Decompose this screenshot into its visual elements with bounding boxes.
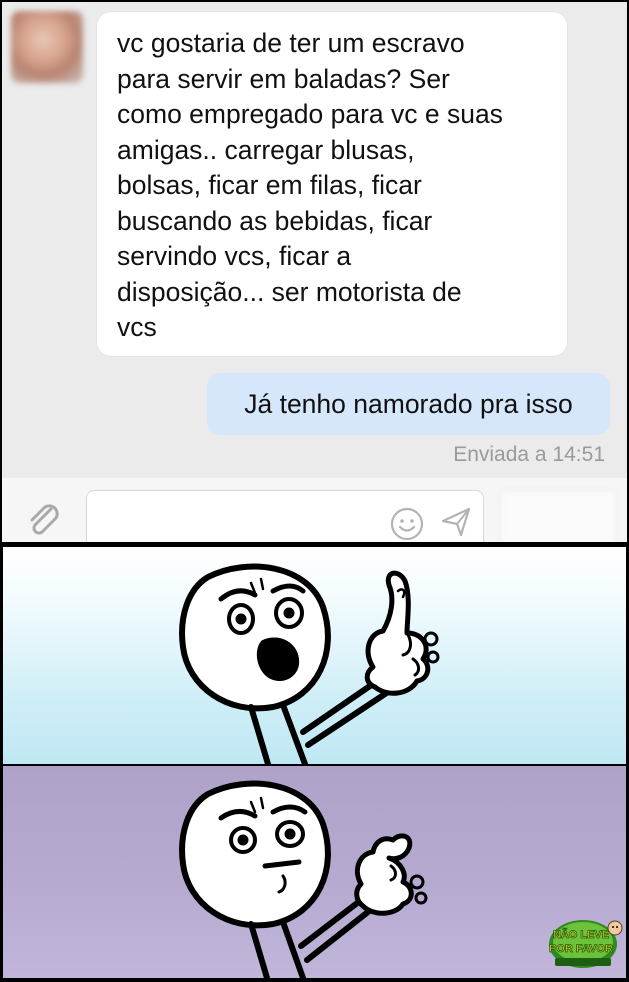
incoming-message-bubble[interactable]: vc gostaria de ter um escravo para servi… — [97, 12, 567, 356]
comic-panel-thinking — [3, 766, 626, 978]
blurred-button[interactable] — [500, 490, 616, 542]
incoming-line: como empregado para vc e suas — [117, 99, 503, 129]
stick-figure-lowering-finger — [179, 780, 428, 978]
chat-screenshot: vc gostaria de ter um escravo para servi… — [2, 2, 627, 542]
incoming-line: servindo vcs, ficar a — [117, 241, 352, 271]
contact-avatar[interactable] — [11, 11, 83, 83]
incoming-line: buscando as bebidas, ficar — [117, 205, 433, 236]
paperclip-icon[interactable] — [24, 501, 64, 541]
stick-figure-raising-finger — [179, 563, 440, 764]
incoming-line: bolsas, ficar em filas, ficar — [117, 170, 422, 200]
incoming-message-text: vc gostaria de ter um escravo para servi… — [117, 26, 555, 346]
outgoing-message-bubble[interactable]: Já tenho namorado pra isso — [207, 373, 610, 435]
meme-frame: vc gostaria de ter um escravo para servi… — [0, 0, 629, 982]
incoming-line: vcs — [117, 312, 157, 342]
send-arrow-icon[interactable] — [439, 505, 473, 539]
incoming-line: amigas.. carregar blusas, — [117, 134, 415, 165]
incoming-line: disposição... ser motorista de — [117, 276, 462, 307]
outgoing-message-text: Já tenho namorado pra isso — [244, 389, 573, 419]
svg-text:NÃO LEVE: NÃO LEVE — [553, 928, 609, 941]
sent-status: Enviada a 14:51 — [453, 443, 605, 466]
nao-leve-por-favor-logo: NÃO LEVE POR FAVOR — [549, 920, 623, 968]
comic-panel-raising-finger — [3, 547, 626, 764]
smiley-icon[interactable] — [389, 506, 425, 542]
incoming-line: vc gostaria de ter um escravo — [117, 28, 465, 58]
incoming-line: para servir em baladas? Ser — [117, 63, 450, 94]
svg-text:POR FAVOR: POR FAVOR — [549, 943, 613, 955]
